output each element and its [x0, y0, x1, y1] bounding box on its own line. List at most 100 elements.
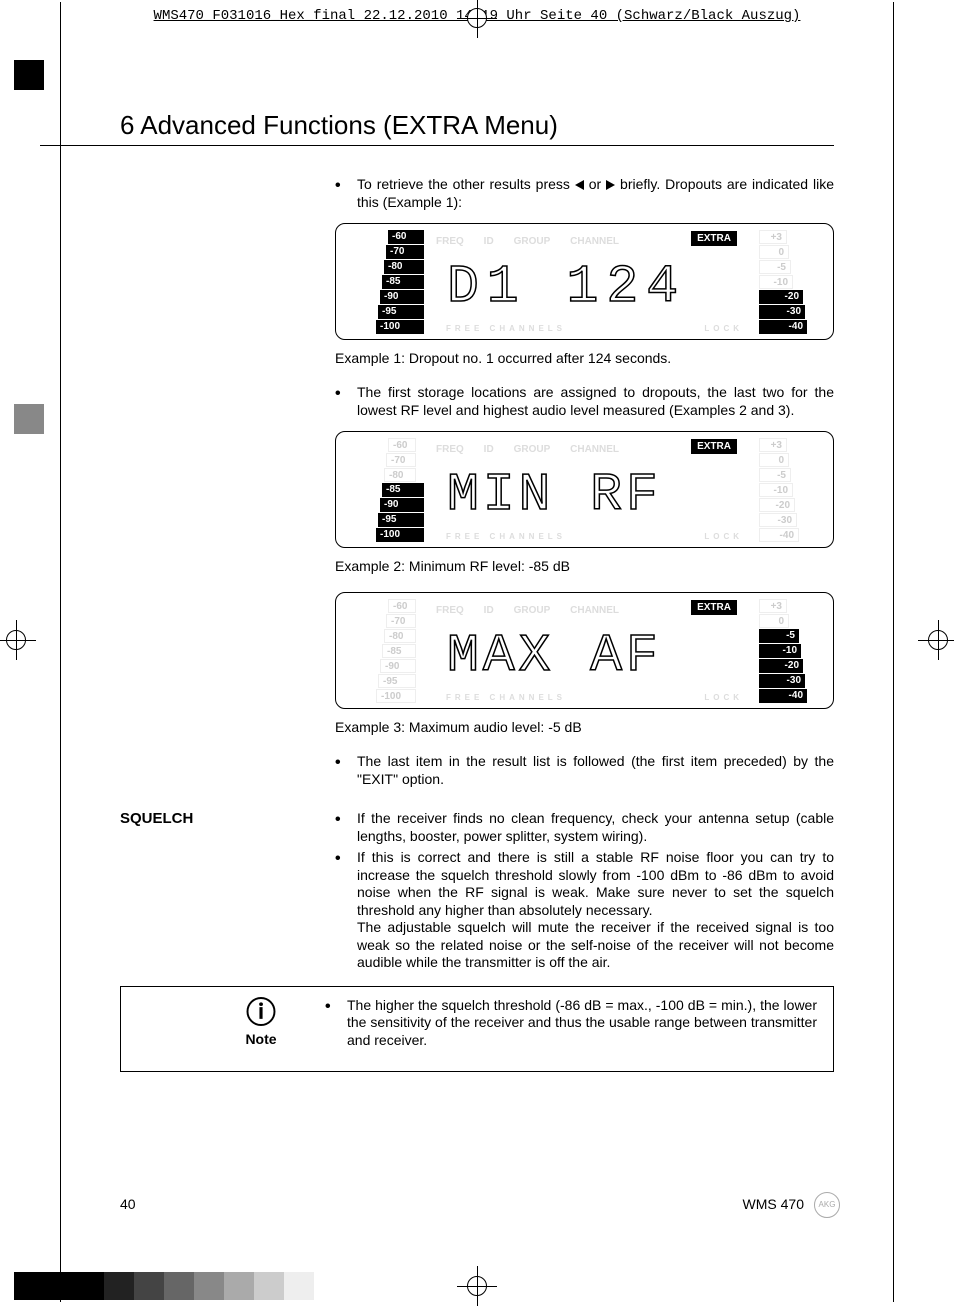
meter-segment: -85: [382, 483, 424, 497]
meter-segment: -30: [759, 305, 805, 319]
lcd-panel-example-2: -60-70-80-85-90-95-100 FREQ ID GROUP CHA…: [335, 431, 834, 548]
lcd-free-channels: FREE CHANNELS: [446, 324, 566, 333]
calib-swatch: [194, 1272, 224, 1300]
lcd-bottom-row: FREE CHANNELS LOCK: [446, 532, 743, 541]
gray-marker: [14, 404, 44, 434]
meter-segment: -60: [388, 438, 416, 452]
bullet-text-tail: The adjustable squelch will mute the rec…: [357, 919, 834, 970]
lcd-main-display: MAX AF: [446, 621, 743, 682]
lcd-tag: CHANNEL: [570, 444, 619, 455]
af-meter: +30-5-10-20-30-40: [759, 599, 815, 704]
calib-swatch: [254, 1272, 284, 1300]
lcd-bottom-row: FREE CHANNELS LOCK: [446, 324, 743, 333]
calib-swatch: [164, 1272, 194, 1300]
lcd-tag: ID: [484, 236, 494, 247]
meter-segment: -70: [386, 453, 416, 467]
bullet: To retrieve the other results press or b…: [335, 176, 834, 211]
meter-segment: -10: [759, 483, 793, 497]
bullet: If the receiver finds no clean frequency…: [335, 810, 834, 845]
last-bullets: The last item in the result list is foll…: [335, 753, 834, 788]
meter-segment: -90: [380, 498, 424, 512]
calib-swatch: [284, 1272, 314, 1300]
example-3-caption: Example 3: Maximum audio level: -5 dB: [335, 719, 834, 735]
meter-segment: 0: [759, 245, 789, 259]
bullet-text: If this is correct and there is still a …: [357, 849, 834, 918]
lcd-tag-extra: EXTRA: [691, 231, 737, 246]
meter-segment: -80: [384, 629, 416, 643]
meter-segment: -70: [386, 245, 424, 259]
black-marker: [14, 60, 44, 90]
lcd-panel-example-1: -60-70-80-85-90-95-100 FREQ ID GROUP CHA…: [335, 223, 834, 340]
meter-segment: -5: [759, 260, 791, 274]
example-1-caption: Example 1: Dropout no. 1 occurred after …: [335, 350, 834, 366]
meter-segment: -10: [759, 644, 801, 658]
meter-segment: -100: [376, 320, 424, 334]
calibration-strip: [14, 1272, 314, 1300]
squelch-heading: SQUELCH: [120, 810, 320, 827]
seven-seg-text: MAX AF: [447, 626, 662, 682]
lcd-tag: ID: [484, 605, 494, 616]
triangle-left-icon: [575, 180, 584, 190]
lcd-free-channels: FREE CHANNELS: [446, 693, 566, 702]
info-icon: ⓘ: [197, 999, 325, 1029]
calib-swatch: [104, 1272, 134, 1300]
meter-segment: -60: [388, 599, 416, 613]
squelch-bullets: If the receiver finds no clean frequency…: [335, 810, 834, 972]
af-meter: +30-5-10-20-30-40: [759, 438, 815, 543]
triangle-right-icon: [606, 180, 615, 190]
section-title: 6 Advanced Functions (EXTRA Menu): [40, 110, 834, 146]
intro-bullets: To retrieve the other results press or b…: [335, 176, 834, 211]
meter-segment: -80: [384, 260, 424, 274]
meter-segment: -85: [382, 275, 424, 289]
bullet: The higher the squelch threshold (-86 dB…: [325, 997, 817, 1050]
rf-meter: -60-70-80-85-90-95-100: [366, 599, 436, 704]
lcd-tag: GROUP: [514, 605, 551, 616]
meter-segment: -100: [376, 689, 416, 703]
lcd-lock: LOCK: [704, 324, 743, 333]
lcd-bottom-row: FREE CHANNELS LOCK: [446, 693, 743, 702]
note-bullets: The higher the squelch threshold (-86 dB…: [325, 997, 817, 1050]
lcd-tag: FREQ: [436, 236, 464, 247]
lcd-tag: CHANNEL: [570, 605, 619, 616]
meter-segment: -40: [759, 689, 807, 703]
meter-segment: -30: [759, 513, 797, 527]
meter-segment: 0: [759, 614, 789, 628]
lcd-top-row: FREQ ID GROUP CHANNEL EXTRA: [436, 600, 753, 614]
meter-segment: -20: [759, 659, 803, 673]
meter-segment: -40: [759, 320, 807, 334]
mid-bullets: The first storage locations are assigned…: [335, 384, 834, 419]
meter-segment: -20: [759, 290, 803, 304]
lcd-tag: FREQ: [436, 605, 464, 616]
meter-segment: -85: [382, 644, 416, 658]
meter-segment: -70: [386, 614, 416, 628]
page-number: 40: [120, 1196, 136, 1212]
lcd-lock: LOCK: [704, 532, 743, 541]
meter-segment: +3: [759, 230, 787, 244]
note-label: Note: [197, 1031, 325, 1047]
bullet-text: or: [584, 176, 606, 192]
meter-segment: -40: [759, 528, 799, 542]
meter-segment: +3: [759, 599, 787, 613]
calib-swatch: [224, 1272, 254, 1300]
lcd-tag: GROUP: [514, 236, 551, 247]
lcd-tag: FREQ: [436, 444, 464, 455]
registration-mark-left: [6, 630, 26, 650]
meter-segment: -95: [378, 674, 416, 688]
calib-swatch: [74, 1272, 104, 1300]
meter-segment: -30: [759, 674, 805, 688]
meter-segment: -80: [384, 468, 416, 482]
lcd-lock: LOCK: [704, 693, 743, 702]
meter-segment: -95: [378, 305, 424, 319]
lcd-tag: GROUP: [514, 444, 551, 455]
note-icon-column: ⓘ Note: [137, 997, 325, 1062]
model-name: WMS 470: [743, 1196, 804, 1212]
af-meter: +30-5-10-20-30-40: [759, 230, 815, 335]
meter-segment: -10: [759, 275, 793, 289]
note-box: ⓘ Note The higher the squelch threshold …: [120, 986, 834, 1073]
calib-swatch: [134, 1272, 164, 1300]
lcd-main-display: D1 124: [446, 252, 743, 313]
seven-seg-text: D1 124: [447, 257, 686, 313]
seven-seg-text: MIN RF: [447, 465, 662, 521]
lcd-free-channels: FREE CHANNELS: [446, 532, 566, 541]
meter-segment: -20: [759, 498, 795, 512]
